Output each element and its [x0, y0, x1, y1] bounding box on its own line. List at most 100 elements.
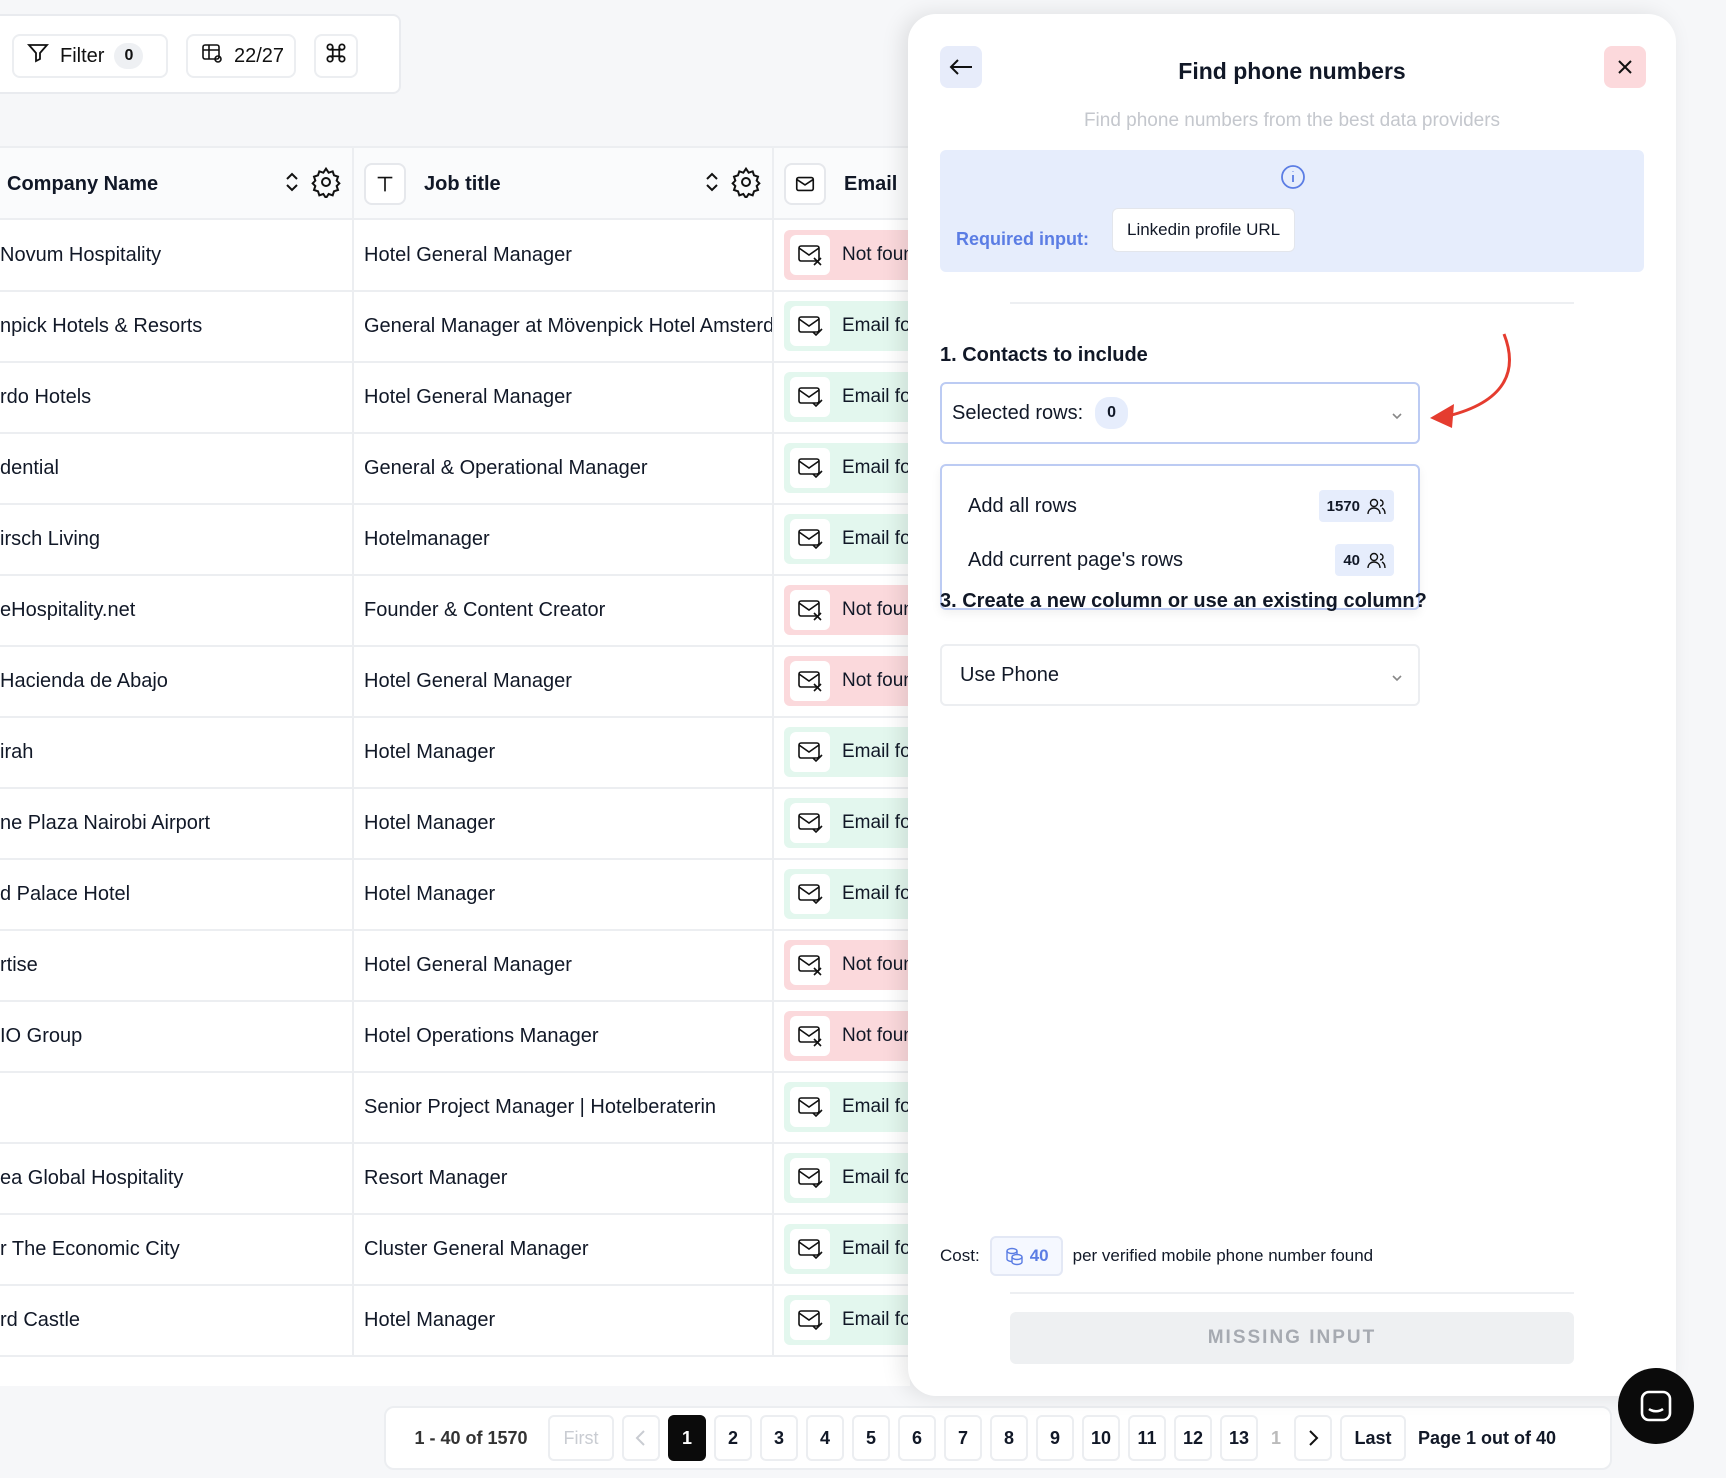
email-status-badge[interactable]: Not found [784, 1011, 910, 1061]
company-cell[interactable]: Hacienda de Abajo [0, 646, 354, 716]
page-button-5[interactable]: 5 [852, 1415, 890, 1461]
add-current-page-rows-option[interactable]: Add current page's rows 40 [968, 542, 1394, 578]
column-header-company[interactable]: Company Name [0, 148, 354, 220]
command-button[interactable] [314, 34, 358, 78]
page-button-11[interactable]: 11 [1128, 1415, 1166, 1461]
email-cell[interactable]: Not found [774, 575, 910, 645]
email-status-badge[interactable]: Email found [784, 372, 910, 422]
page-button-8[interactable]: 8 [990, 1415, 1028, 1461]
email-status-badge[interactable]: Email found [784, 798, 910, 848]
column-header-email[interactable]: Email [774, 148, 910, 220]
sort-icon[interactable] [704, 170, 720, 200]
page-button-14[interactable]: 1 [1266, 1415, 1286, 1461]
email-status-badge[interactable]: Email found [784, 1082, 910, 1132]
email-status-badge[interactable]: Email found [784, 1295, 910, 1345]
job-title-cell[interactable]: Hotel General Manager [354, 646, 774, 716]
email-cell[interactable]: Email found [774, 504, 910, 574]
email-status-badge[interactable]: Email found [784, 443, 910, 493]
job-title-cell[interactable]: Senior Project Manager | Hotelberaterin [354, 1072, 774, 1142]
email-status-badge[interactable]: Not found [784, 940, 910, 990]
company-cell[interactable]: eHospitality.net [0, 575, 354, 645]
selected-rows-select[interactable]: Selected rows: 0 [940, 382, 1420, 444]
email-cell[interactable]: Email found [774, 717, 910, 787]
email-status-badge[interactable]: Email found [784, 1153, 910, 1203]
job-title-cell[interactable]: Hotel Manager [354, 788, 774, 858]
email-cell[interactable]: Email found [774, 1143, 910, 1213]
close-button[interactable] [1604, 46, 1646, 88]
page-button-9[interactable]: 9 [1036, 1415, 1074, 1461]
company-cell[interactable]: rd Castle [0, 1285, 354, 1355]
company-cell[interactable]: Novum Hospitality [0, 220, 354, 290]
job-title-cell[interactable]: Hotel General Manager [354, 220, 774, 290]
job-title-cell[interactable]: Hotelmanager [354, 504, 774, 574]
email-cell[interactable]: Email found [774, 362, 910, 432]
email-status-badge[interactable]: Email found [784, 869, 910, 919]
table-row[interactable]: irsch LivingHotelmanager Email found [0, 504, 910, 576]
column-header-job-title[interactable]: Job title [354, 148, 774, 220]
email-cell[interactable]: Email found [774, 291, 910, 361]
job-title-cell[interactable]: Hotel General Manager [354, 930, 774, 1000]
company-cell[interactable]: rdo Hotels [0, 362, 354, 432]
gear-icon[interactable] [310, 166, 342, 204]
company-cell[interactable]: irsch Living [0, 504, 354, 574]
email-status-badge[interactable]: Email found [784, 514, 910, 564]
page-button-6[interactable]: 6 [898, 1415, 936, 1461]
email-cell[interactable]: Email found [774, 1072, 910, 1142]
company-cell[interactable]: ea Global Hospitality [0, 1143, 354, 1213]
company-cell[interactable]: ne Plaza Nairobi Airport [0, 788, 354, 858]
email-status-badge[interactable]: Not found [784, 656, 910, 706]
table-row[interactable]: ea Global Hospitality Resort Manager Email… [0, 1143, 910, 1215]
column-select[interactable]: Use Phone [940, 644, 1420, 706]
table-row[interactable]: IO GroupHotel Operations Manager Not foun… [0, 1001, 910, 1073]
table-row[interactable]: dential General & Operational Manager Emai… [0, 433, 910, 505]
email-cell[interactable]: Not found [774, 220, 910, 290]
page-button-2[interactable]: 2 [714, 1415, 752, 1461]
table-row[interactable]: irahHotel Manager Email found [0, 717, 910, 789]
company-cell[interactable]: dential [0, 433, 354, 503]
job-title-cell[interactable]: Cluster General Manager [354, 1214, 774, 1284]
company-cell[interactable] [0, 1072, 354, 1142]
page-button-4[interactable]: 4 [806, 1415, 844, 1461]
company-cell[interactable]: IO Group [0, 1001, 354, 1071]
email-status-badge[interactable]: Email found [784, 727, 910, 777]
chat-launcher-button[interactable] [1618, 1368, 1694, 1444]
job-title-cell[interactable]: Hotel Manager [354, 859, 774, 929]
email-cell[interactable]: Not found [774, 1001, 910, 1071]
table-row[interactable]: npick Hotels & Resorts General Manager at… [0, 291, 910, 363]
email-cell[interactable]: Not found [774, 646, 910, 716]
table-row[interactable]: eHospitality.net Founder & Content Creato… [0, 575, 910, 647]
email-cell[interactable]: Email found [774, 433, 910, 503]
job-title-cell[interactable]: General & Operational Manager [354, 433, 774, 503]
table-row[interactable]: d Palace HotelHotel Manager Email found [0, 859, 910, 931]
sort-icon[interactable] [284, 170, 300, 200]
missing-input-button[interactable]: MISSING INPUT [1010, 1312, 1574, 1364]
job-title-cell[interactable]: Hotel Manager [354, 717, 774, 787]
table-row[interactable]: rdo HotelsHotel General Manager Email fou… [0, 362, 910, 434]
columns-button[interactable]: 22/27 [186, 34, 296, 78]
page-button-1[interactable]: 1 [668, 1415, 706, 1461]
company-cell[interactable]: d Palace Hotel [0, 859, 354, 929]
company-cell[interactable]: npick Hotels & Resorts [0, 291, 354, 361]
table-row[interactable]: Novum Hospitality Hotel General Manager No… [0, 220, 910, 292]
page-button-13[interactable]: 13 [1220, 1415, 1258, 1461]
table-row[interactable]: rd CastleHotel Manager Email found [0, 1285, 910, 1357]
job-title-cell[interactable]: General Manager at Mövenpick Hotel Amste… [354, 291, 774, 361]
email-cell[interactable]: Email found [774, 859, 910, 929]
company-cell[interactable]: irah [0, 717, 354, 787]
job-title-cell[interactable]: Hotel General Manager [354, 362, 774, 432]
job-title-cell[interactable]: Founder & Content Creator [354, 575, 774, 645]
next-page-button[interactable] [1294, 1415, 1332, 1461]
table-row[interactable]: r The Economic City Cluster General Manag… [0, 1214, 910, 1286]
email-cell[interactable]: Email found [774, 1285, 910, 1355]
page-button-3[interactable]: 3 [760, 1415, 798, 1461]
table-row[interactable]: ne Plaza Nairobi Airport Hotel Manager Ema… [0, 788, 910, 860]
email-status-badge[interactable]: Not found [784, 230, 910, 280]
add-all-rows-option[interactable]: Add all rows 1570 [968, 488, 1394, 524]
page-button-12[interactable]: 12 [1174, 1415, 1212, 1461]
job-title-cell[interactable]: Hotel Manager [354, 1285, 774, 1355]
table-row[interactable]: Hacienda de Abajo Hotel General Manager No… [0, 646, 910, 718]
filter-button[interactable]: Filter 0 [12, 34, 168, 78]
table-row[interactable]: rtiseHotel General Manager Not found [0, 930, 910, 1002]
email-cell[interactable]: Email found [774, 788, 910, 858]
company-cell[interactable]: rtise [0, 930, 354, 1000]
